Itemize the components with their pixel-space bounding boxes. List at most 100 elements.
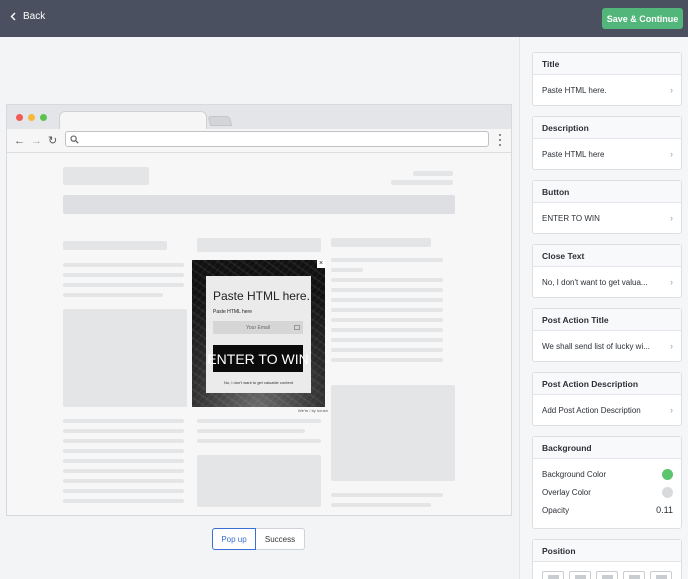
panel-header: Position xyxy=(533,540,681,562)
background-color-swatch[interactable] xyxy=(662,468,673,480)
post-action-description-field[interactable]: Add Post Action Description › xyxy=(533,395,681,425)
position-option[interactable] xyxy=(596,571,618,579)
panel-button: Button ENTER TO WIN › xyxy=(532,180,682,234)
post-action-description-value: Add Post Action Description xyxy=(542,405,641,415)
minimize-dot-icon xyxy=(28,114,35,121)
browser-title-bar xyxy=(7,105,511,130)
placeholder-block xyxy=(63,241,167,250)
panel-post-action-description: Post Action Description Add Post Action … xyxy=(532,372,682,426)
browser-tab xyxy=(59,111,207,130)
placeholder-line xyxy=(63,263,184,267)
panel-header: Title xyxy=(533,53,681,75)
placeholder-line xyxy=(331,328,443,332)
panel-header: Post Action Description xyxy=(533,373,681,395)
popup-close-text[interactable]: No, I don't want to get valuable content xyxy=(206,380,311,385)
background-color-label: Background Color xyxy=(542,469,607,479)
new-tab-icon xyxy=(207,116,233,126)
placeholder-image xyxy=(63,309,187,407)
placeholder-line xyxy=(331,348,443,352)
description-field[interactable]: Paste HTML here › xyxy=(533,139,681,169)
panel-header: Description xyxy=(533,117,681,139)
placeholder-line xyxy=(63,469,184,473)
placeholder-line xyxy=(63,489,184,493)
panel-post-action-title: Post Action Title We shall send list of … xyxy=(532,308,682,362)
save-continue-button[interactable]: Save & Continue xyxy=(602,8,683,29)
maximize-dot-icon xyxy=(40,114,47,121)
placeholder-line xyxy=(63,479,184,483)
tab-success[interactable]: Success xyxy=(256,528,305,550)
close-text-value: No, I don't want to get valua... xyxy=(542,277,648,287)
placeholder-line xyxy=(197,429,305,433)
popup-email-input[interactable]: Your Email xyxy=(213,321,303,334)
panel-header: Close Text xyxy=(533,245,681,267)
popup-credit: We're / by Icrush xyxy=(298,408,328,413)
search-icon xyxy=(70,135,79,144)
panel-description: Description Paste HTML here › xyxy=(532,116,682,170)
placeholder-line xyxy=(331,258,443,262)
overlay-color-row[interactable]: Overlay Color xyxy=(533,483,681,501)
panel-header: Background xyxy=(533,437,681,459)
background-color-row[interactable]: Background Color xyxy=(533,465,681,483)
placeholder-block xyxy=(197,238,321,252)
placeholder-line xyxy=(63,459,184,463)
placeholder-line xyxy=(197,419,321,423)
tab-popup[interactable]: Pop up xyxy=(212,528,256,550)
popup-close-icon[interactable]: × xyxy=(317,260,325,268)
panel-close-text: Close Text No, I don't want to get valua… xyxy=(532,244,682,298)
placeholder-line xyxy=(63,419,184,423)
post-action-title-value: We shall send list of lucky wi... xyxy=(542,341,650,351)
position-option[interactable] xyxy=(623,571,645,579)
back-button[interactable]: Back xyxy=(10,11,45,22)
overlay-color-swatch[interactable] xyxy=(662,486,673,498)
position-option[interactable] xyxy=(542,571,564,579)
popup-card: Paste HTML here. Paste HTML here Your Em… xyxy=(206,276,311,393)
placeholder-block xyxy=(391,180,453,185)
button-value: ENTER TO WIN xyxy=(542,213,600,223)
position-option[interactable] xyxy=(569,571,591,579)
forward-arrow-icon: → xyxy=(31,135,42,147)
back-arrow-icon: ← xyxy=(14,135,25,147)
placeholder-block xyxy=(413,171,453,176)
chevron-right-icon: › xyxy=(670,149,673,159)
button-field[interactable]: ENTER TO WIN › xyxy=(533,203,681,233)
placeholder-line xyxy=(63,293,163,297)
opacity-row[interactable]: Opacity 0.11 xyxy=(533,501,681,519)
close-dot-icon xyxy=(16,114,23,121)
view-toggle: Pop up Success xyxy=(212,528,305,550)
opacity-label: Opacity xyxy=(542,505,570,515)
chevron-right-icon: › xyxy=(670,213,673,223)
position-option[interactable] xyxy=(650,571,672,579)
kebab-menu-icon xyxy=(499,134,502,146)
post-action-title-field[interactable]: We shall send list of lucky wi... › xyxy=(533,331,681,361)
popup-enter-button[interactable]: ENTER TO WIN xyxy=(207,345,309,372)
placeholder-line xyxy=(331,298,443,302)
mail-icon xyxy=(294,325,300,330)
placeholder-image xyxy=(331,385,455,481)
address-bar xyxy=(65,131,489,147)
placeholder-line xyxy=(331,288,443,292)
placeholder-line xyxy=(331,493,443,497)
placeholder-line xyxy=(331,503,431,507)
placeholder-nav xyxy=(63,195,455,214)
placeholder-image xyxy=(197,455,321,507)
placeholder-line xyxy=(331,268,363,272)
popup-title: Paste HTML here. xyxy=(213,289,310,303)
chevron-right-icon: › xyxy=(670,277,673,287)
placeholder-line xyxy=(331,308,443,312)
panel-background: Background Background Color Overlay Colo… xyxy=(532,436,682,529)
title-value: Paste HTML here. xyxy=(542,85,607,95)
panel-header: Button xyxy=(533,181,681,203)
back-label: Back xyxy=(23,11,46,22)
panel-header: Post Action Title xyxy=(533,309,681,331)
placeholder-line xyxy=(331,338,443,342)
title-field[interactable]: Paste HTML here. › xyxy=(533,75,681,105)
opacity-value[interactable]: 0.11 xyxy=(656,505,673,515)
close-text-field[interactable]: No, I don't want to get valua... › xyxy=(533,267,681,297)
chevron-right-icon: › xyxy=(670,405,673,415)
settings-sidebar: Title Paste HTML here. › Description Pas… xyxy=(519,37,688,579)
chevron-left-icon xyxy=(10,12,16,21)
placeholder-line xyxy=(331,318,443,322)
placeholder-line xyxy=(63,439,184,443)
placeholder-line xyxy=(63,499,184,503)
placeholder-line xyxy=(331,278,443,282)
